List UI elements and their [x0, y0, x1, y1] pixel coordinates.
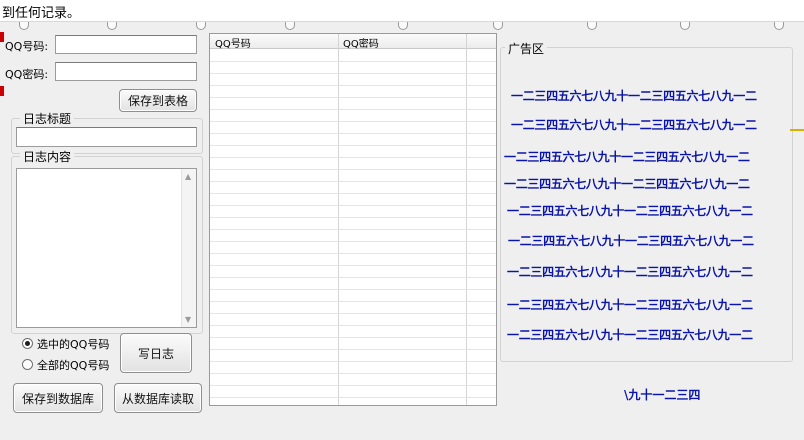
- ad-text-line: 一二三四五六七八九十一二三四五六七八九一二: [507, 265, 753, 279]
- save-to-table-button[interactable]: 保存到表格: [119, 89, 197, 112]
- grid-row-line: [210, 361, 496, 362]
- scroll-down-icon[interactable]: ▼: [185, 315, 191, 324]
- write-log-button[interactable]: 写日志: [120, 333, 192, 373]
- qq-account-grid[interactable]: QQ号码 QQ密码: [209, 33, 497, 406]
- grid-header: QQ号码 QQ密码: [210, 34, 496, 50]
- column-header-qq-number[interactable]: QQ号码: [215, 35, 251, 50]
- grid-row-line: [210, 73, 496, 74]
- selected-qq-label[interactable]: 选中的QQ号码: [37, 336, 109, 352]
- background-radio-fragment: [285, 22, 295, 30]
- grid-row-line: [210, 157, 496, 158]
- qq-number-label: QQ号码:: [5, 40, 49, 53]
- qq-password-input[interactable]: [55, 62, 197, 81]
- background-radio-fragment: [680, 22, 690, 30]
- ad-text-line: 一二三四五六七八九十一二三四五六七八九一二: [508, 234, 754, 248]
- grid-row-line: [210, 193, 496, 194]
- red-marker: [0, 32, 4, 42]
- background-radio-fragment: [774, 22, 784, 30]
- qq-password-label: QQ密码:: [5, 68, 49, 81]
- selected-qq-radio[interactable]: [22, 338, 33, 349]
- grid-row-line: [210, 373, 496, 374]
- grid-row-line: [210, 253, 496, 254]
- grid-row-line: [210, 241, 496, 242]
- red-marker: [0, 86, 4, 96]
- edge-accent: [790, 129, 804, 131]
- grid-row-line: [210, 289, 496, 290]
- all-qq-radio[interactable]: [22, 359, 33, 370]
- status-message-bar: 到任何记录。: [0, 0, 804, 22]
- status-message: 到任何记录。: [2, 6, 81, 21]
- log-content-group-label: 日志内容: [20, 148, 75, 165]
- column-header-qq-password[interactable]: QQ密码: [343, 35, 379, 50]
- background-radio-fragment: [587, 22, 597, 30]
- grid-row-line: [210, 277, 496, 278]
- background-radio-fragment: [107, 22, 117, 30]
- background-radio-fragment: [398, 22, 408, 30]
- grid-row-line: [210, 265, 496, 266]
- ad-scrolling-text: \九十一二三四: [624, 388, 701, 402]
- ad-text-line: 一二三四五六七八九十一二三四五六七八九一二: [507, 204, 753, 218]
- grid-row-line: [210, 169, 496, 170]
- background-radio-fragment: [196, 22, 206, 30]
- all-qq-label[interactable]: 全部的QQ号码: [37, 357, 109, 373]
- grid-row-line: [210, 217, 496, 218]
- grid-row-line: [210, 145, 496, 146]
- grid-row-line: [210, 397, 496, 398]
- grid-row-line: [210, 109, 496, 110]
- log-title-input[interactable]: [16, 127, 197, 147]
- grid-row-line: [210, 337, 496, 338]
- grid-row-line: [210, 325, 496, 326]
- grid-row-line: [210, 205, 496, 206]
- grid-row-line: [210, 97, 496, 98]
- ad-text-line: 一二三四五六七八九十一二三四五六七八九一二: [504, 177, 750, 191]
- background-radio-fragment: [493, 22, 503, 30]
- log-title-group-label: 日志标题: [20, 110, 75, 127]
- ad-text-line: 一二三四五六七八九十一二三四五六七八九一二: [511, 118, 757, 132]
- grid-row-line: [210, 61, 496, 62]
- ad-text-line: 一二三四五六七八九十一二三四五六七八九一二: [507, 328, 753, 342]
- ad-text-line: 一二三四五六七八九十一二三四五六七八九一二: [504, 150, 750, 164]
- grid-row-line: [210, 121, 496, 122]
- read-from-database-button[interactable]: 从数据库读取: [114, 383, 202, 413]
- qq-number-input[interactable]: [55, 35, 197, 54]
- grid-row-line: [210, 229, 496, 230]
- grid-row-line: [210, 301, 496, 302]
- log-content-textarea[interactable]: ▲ ▼: [16, 168, 197, 328]
- grid-row-line: [210, 313, 496, 314]
- grid-row-line: [210, 385, 496, 386]
- ad-text-line: 一二三四五六七八九十一二三四五六七八九一二: [507, 298, 753, 312]
- ad-text-line: 一二三四五六七八九十一二三四五六七八九一二: [511, 89, 757, 103]
- background-radio-fragment: [19, 22, 29, 30]
- grid-row-line: [210, 349, 496, 350]
- ad-area-label: 广告区: [505, 40, 548, 57]
- scroll-up-icon[interactable]: ▲: [185, 172, 191, 181]
- grid-row-line: [210, 133, 496, 134]
- grid-row-line: [210, 85, 496, 86]
- log-content-scrollbar[interactable]: ▲ ▼: [181, 169, 196, 327]
- save-to-database-button[interactable]: 保存到数据库: [13, 383, 103, 413]
- grid-row-line: [210, 181, 496, 182]
